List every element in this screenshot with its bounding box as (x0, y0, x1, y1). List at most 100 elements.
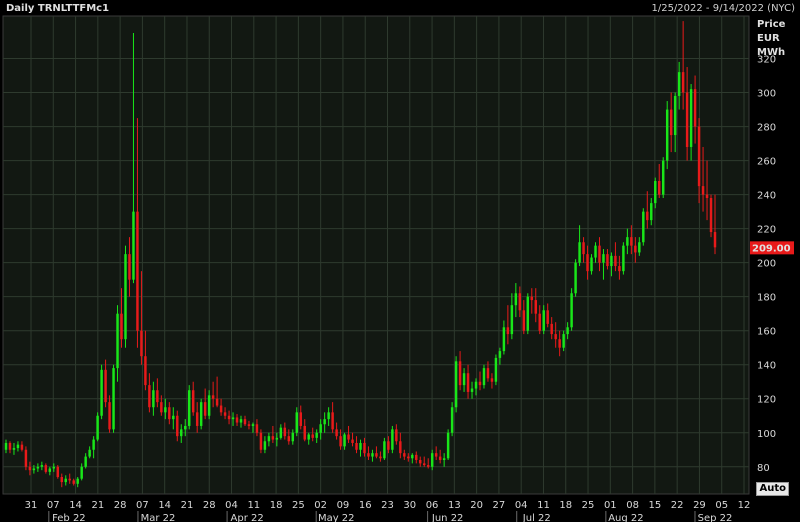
candle-body (574, 262, 577, 294)
candle-body (112, 368, 115, 430)
candle-body (295, 412, 299, 433)
candle-body (478, 381, 482, 386)
candle-body (136, 211, 139, 331)
candle-body (614, 255, 617, 267)
candle-body (466, 373, 470, 392)
candle-body (203, 402, 207, 416)
x-tick-label: 31 (25, 500, 38, 511)
y-tick-label: 160 (757, 327, 776, 338)
y-tick-label: 220 (757, 225, 776, 236)
candle-body (419, 459, 422, 464)
candle-body (271, 436, 275, 440)
candle-body (12, 448, 16, 450)
candle-body (506, 327, 510, 335)
candle-body (299, 412, 302, 426)
x-tick-label: 05 (715, 500, 728, 511)
x-tick-label: 14 (69, 500, 82, 511)
candle-body (430, 453, 434, 467)
y-tick-label: 300 (757, 89, 776, 100)
candle-body (84, 456, 87, 467)
candle-body (407, 456, 410, 459)
candle-body (438, 456, 442, 460)
candle-body (303, 425, 306, 440)
month-label: Jun 22 (431, 513, 464, 522)
y-tick-label: 120 (757, 395, 776, 406)
candle-body (291, 432, 295, 442)
x-tick-label: 20 (470, 500, 483, 511)
candle-body (72, 480, 75, 484)
candle-body (140, 330, 143, 357)
candle-body (327, 412, 330, 420)
y-tick-label: 180 (757, 293, 776, 304)
candle-body (287, 436, 291, 442)
candle-body (650, 203, 653, 221)
candle-body (558, 339, 561, 348)
candle-body (4, 442, 8, 450)
candle-body (454, 361, 458, 408)
last-price-value: 209.00 (752, 243, 791, 254)
candle-body (176, 415, 179, 437)
candle-body (279, 427, 283, 438)
candle-body (705, 194, 709, 199)
candle-body (669, 109, 673, 136)
candle-body (450, 407, 454, 433)
candle-body (622, 245, 625, 272)
candle-body (40, 465, 44, 467)
candle-body (68, 478, 71, 481)
candle-body (415, 454, 418, 460)
candle-body (60, 476, 63, 483)
candle-body (64, 478, 67, 483)
month-label: Sep 22 (698, 513, 733, 522)
x-tick-label: 01 (604, 500, 617, 511)
candle-body (542, 310, 545, 331)
candle-body (184, 425, 187, 430)
x-tick-label: 12 (738, 500, 751, 511)
candle-body (16, 444, 20, 449)
candle-body (359, 442, 362, 450)
month-label: Feb 22 (52, 513, 86, 522)
candle-body (618, 266, 621, 272)
x-tick-label: 22 (671, 500, 684, 511)
candle-body (52, 466, 56, 469)
candle-body (693, 89, 697, 127)
candle-body (199, 402, 203, 426)
candle-body (630, 237, 633, 246)
candle-body (626, 237, 629, 246)
auto-scale-button[interactable]: Auto (756, 482, 789, 496)
candle-body (195, 412, 199, 426)
candle-body (658, 181, 661, 195)
candle-body (263, 441, 267, 450)
x-tick-label: 23 (381, 500, 394, 511)
candle-body (566, 327, 569, 335)
candle-body (259, 432, 263, 450)
candle-body (100, 369, 103, 416)
candle-body (681, 72, 685, 93)
candle-body (8, 442, 12, 450)
plot-area (2, 15, 750, 495)
candle-body (80, 466, 83, 479)
candle-body (88, 449, 91, 457)
chart-title: Daily TRNLTTFMc1 (6, 3, 109, 14)
candle-body (92, 439, 95, 450)
x-tick-label: 07 (136, 500, 149, 511)
candle-body (379, 456, 382, 459)
y-tick-label: 240 (757, 191, 776, 202)
candle-body (239, 419, 243, 423)
candle-body (28, 466, 32, 471)
candle-body (32, 468, 36, 471)
candle-body (128, 254, 131, 280)
candle-body (502, 327, 506, 352)
candle-body (602, 254, 605, 263)
candle-body (697, 126, 701, 187)
candle-body (375, 453, 378, 457)
x-tick-label: 02 (314, 500, 327, 511)
x-tick-label: 30 (403, 500, 416, 511)
candle-body (546, 310, 549, 324)
x-tick-label: 25 (582, 500, 595, 511)
x-tick-label: 18 (270, 500, 283, 511)
x-tick-label: 29 (693, 500, 706, 511)
candle-body (20, 444, 24, 450)
candle-body (399, 441, 402, 454)
candle-body (172, 415, 175, 420)
candle-body (156, 390, 159, 403)
